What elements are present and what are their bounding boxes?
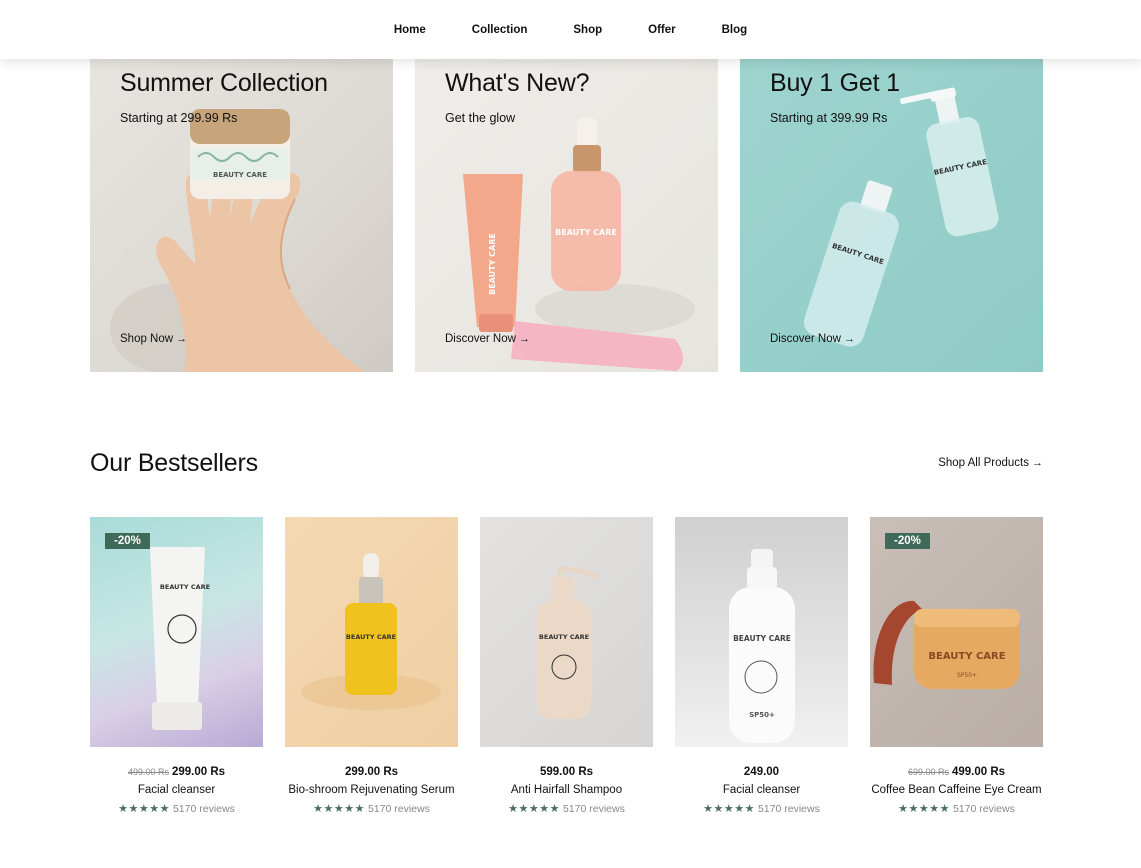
banner-title: What's New?: [445, 69, 590, 97]
price-row: 299.00 Rs: [285, 766, 458, 778]
product-card[interactable]: BEAUTY CARE -20% 499.00 Rs 299.00 Rs Faci…: [90, 517, 263, 815]
product-card[interactable]: BEAUTY CARE SP50+ -20% 699.00 Rs 499.00 R…: [870, 517, 1043, 815]
star-rating-icon: ★★★★★: [898, 803, 950, 815]
star-rating-icon: ★★★★★: [118, 803, 170, 815]
shop-all-label: Shop All Products: [938, 457, 1029, 469]
old-price: 699.00 Rs: [907, 767, 949, 777]
arrow-right-icon: →: [1032, 457, 1043, 469]
discover-now-label: Discover Now: [770, 333, 841, 345]
review-count: 5170 reviews: [562, 803, 625, 815]
product-name[interactable]: Anti Hairfall Shampoo: [480, 784, 653, 796]
arrow-right-icon: →: [176, 333, 188, 345]
discount-badge: -20%: [105, 533, 150, 549]
product-info: 599.00 Rs Anti Hairfall Shampoo ★★★★★ 517…: [480, 766, 653, 815]
product-image[interactable]: BEAUTY CARE: [480, 517, 653, 747]
shampoo-bottle-illustration: BEAUTY CARE: [537, 566, 600, 719]
bottle-label: BEAUTY CARE: [539, 633, 589, 641]
banner-title: Buy 1 Get 1: [770, 69, 900, 97]
rating: ★★★★★ 5170 reviews: [480, 802, 653, 815]
discount-badge: -20%: [885, 533, 930, 549]
product-card[interactable]: BEAUTY CARE 299.00 Rs Bio-shroom Rejuven…: [285, 517, 458, 815]
price: 299.00 Rs: [344, 766, 399, 778]
review-count: 5170 reviews: [757, 803, 820, 815]
price: 599.00 Rs: [539, 766, 594, 778]
old-price: 499.00 Rs: [127, 767, 169, 777]
product-name[interactable]: Facial cleanser: [90, 784, 263, 796]
product-info: 499.00 Rs 299.00 Rs Facial cleanser ★★★★★…: [90, 766, 263, 815]
banner-title: Summer Collection: [120, 69, 328, 97]
star-rating-icon: ★★★★★: [508, 803, 560, 815]
section-title: Our Bestsellers: [90, 449, 258, 477]
banner-subtitle: Starting at 299.99 Rs: [120, 111, 238, 125]
banner-subtitle: Starting at 399.99 Rs: [770, 111, 888, 125]
product-image[interactable]: BEAUTY CARE -20%: [90, 517, 263, 747]
jar-sublabel: SP50+: [957, 672, 977, 679]
main-nav: Home Collection Shop Offer Blog: [0, 0, 1141, 59]
review-count: 5170 reviews: [367, 803, 430, 815]
price: 499.00 Rs: [951, 766, 1006, 778]
review-count: 5170 reviews: [952, 803, 1015, 815]
product-info: 249.00 Facial cleanser ★★★★★ 5170 reviews: [675, 766, 848, 815]
price-row: 599.00 Rs: [480, 766, 653, 778]
product-info: 299.00 Rs Bio-shroom Rejuvenating Serum …: [285, 766, 458, 815]
nav-home-link[interactable]: Home: [371, 24, 449, 36]
price-row: 499.00 Rs 299.00 Rs: [90, 766, 263, 778]
shop-now-link[interactable]: Shop Now →: [120, 333, 187, 345]
nav-collection-link[interactable]: Collection: [449, 24, 551, 36]
product-card[interactable]: BEAUTY CARE 599.00 Rs Anti Hairfall Sham…: [480, 517, 653, 815]
nav-offer-link[interactable]: Offer: [625, 24, 698, 36]
star-rating-icon: ★★★★★: [703, 803, 755, 815]
spray-bottle-illustration: BEAUTY CARE SP50+: [729, 549, 795, 743]
eye-cream-jar-illustration: BEAUTY CARE SP50+: [873, 600, 1020, 689]
hand-holding-jar-image: BEAUTY CARE: [110, 109, 365, 372]
discover-now-link[interactable]: Discover Now →: [445, 333, 530, 345]
site-header: Home Collection Shop Offer Blog: [0, 0, 1141, 59]
jar-label: BEAUTY CARE: [928, 651, 1005, 662]
cleanser-tube-illustration: BEAUTY CARE: [150, 547, 210, 730]
review-count: 5170 reviews: [172, 803, 235, 815]
nav-blog-link[interactable]: Blog: [699, 24, 771, 36]
banner-subtitle: Get the glow: [445, 111, 516, 125]
banner-whats-new[interactable]: BEAUTY CARE BEAUTY CARE What's New? Get …: [415, 59, 718, 372]
bottle-label: BEAUTY CARE: [346, 633, 396, 641]
bottle-label: BEAUTY CARE: [733, 634, 791, 643]
banner-buy-one-get-one[interactable]: BEAUTY CARE BEAUTY CARE Buy 1 Get 1 Star…: [740, 59, 1043, 372]
product-name[interactable]: Coffee Bean Caffeine Eye Cream: [870, 784, 1043, 796]
star-rating-icon: ★★★★★: [313, 803, 365, 815]
product-image[interactable]: BEAUTY CARE SP50+ -20%: [870, 517, 1043, 747]
price-row: 699.00 Rs 499.00 Rs: [870, 766, 1043, 778]
product-image[interactable]: BEAUTY CARE SP50+: [675, 517, 848, 747]
serum-label: BEAUTY CARE: [555, 228, 617, 237]
price-row: 249.00: [675, 766, 848, 778]
product-image[interactable]: BEAUTY CARE: [285, 517, 458, 747]
serum-bottle-illustration: BEAUTY CARE: [301, 553, 441, 710]
discover-now-link[interactable]: Discover Now →: [770, 333, 855, 345]
price: 249.00: [743, 766, 780, 778]
price: 299.00 Rs: [171, 766, 226, 778]
rating: ★★★★★ 5170 reviews: [675, 802, 848, 815]
rating: ★★★★★ 5170 reviews: [870, 802, 1043, 815]
promo-banners: BEAUTY CARE Summer Collection Starting a…: [90, 59, 1043, 372]
product-name[interactable]: Bio-shroom Rejuvenating Serum: [285, 784, 458, 796]
banner-summer-collection[interactable]: BEAUTY CARE Summer Collection Starting a…: [90, 59, 393, 372]
arrow-right-icon: →: [518, 333, 530, 345]
serum-and-tubes-image: BEAUTY CARE BEAUTY CARE: [463, 117, 695, 371]
nav-shop-link[interactable]: Shop: [550, 24, 625, 36]
rating: ★★★★★ 5170 reviews: [285, 802, 458, 815]
product-name[interactable]: Facial cleanser: [675, 784, 848, 796]
discover-now-label: Discover Now: [445, 333, 516, 345]
bottle-sublabel: SP50+: [749, 711, 775, 719]
product-grid: BEAUTY CARE -20% 499.00 Rs 299.00 Rs Faci…: [90, 517, 1043, 815]
rating: ★★★★★ 5170 reviews: [90, 802, 263, 815]
product-info: 699.00 Rs 499.00 Rs Coffee Bean Caffeine …: [870, 766, 1043, 815]
shop-now-label: Shop Now: [120, 333, 174, 345]
shop-all-products-link[interactable]: Shop All Products →: [938, 457, 1043, 469]
jar-label: BEAUTY CARE: [213, 171, 267, 179]
tube-label: BEAUTY CARE: [488, 233, 497, 295]
pump-bottles-image: BEAUTY CARE BEAUTY CARE: [803, 87, 999, 347]
tube-label: BEAUTY CARE: [160, 583, 210, 591]
arrow-right-icon: →: [843, 333, 855, 345]
product-card[interactable]: BEAUTY CARE SP50+ 249.00 Facial cleanser…: [675, 517, 848, 815]
